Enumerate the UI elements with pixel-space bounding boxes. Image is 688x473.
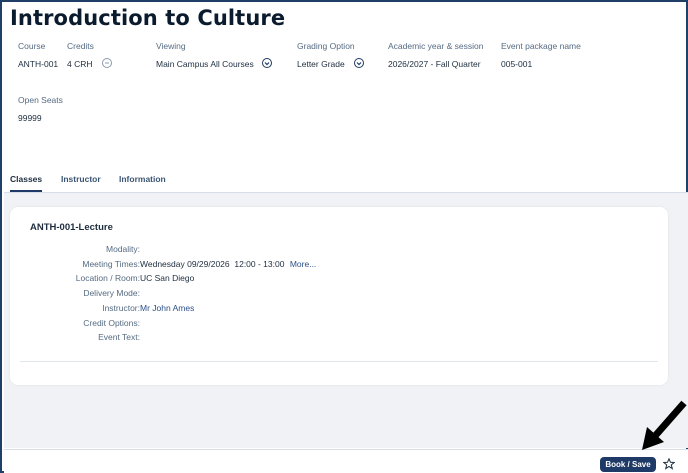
event-text-label: Event Text:: [98, 332, 140, 342]
location-value: UC San Diego: [140, 273, 195, 283]
class-card: ANTH-001-Lecture Modality: Meeting Times…: [10, 207, 668, 385]
tab-instructor[interactable]: Instructor: [61, 174, 101, 190]
tab-bar: Classes Instructor Information: [4, 168, 688, 193]
tab-content: ANTH-001-Lecture Modality: Meeting Times…: [4, 193, 688, 448]
more-link[interactable]: More...: [290, 259, 316, 269]
delivery-mode-label: Delivery Mode:: [83, 288, 140, 298]
session-label: Academic year & session: [388, 41, 484, 51]
footer-bar: Book / Save: [4, 449, 688, 473]
minus-circle-icon[interactable]: [102, 58, 112, 68]
divider: [20, 361, 658, 362]
meeting-times-label: Meeting Times:: [82, 259, 140, 269]
event-package-label: Event package name: [501, 41, 581, 51]
course-label: Course: [18, 41, 46, 51]
grading-value[interactable]: Letter Grade: [297, 59, 345, 69]
modality-label: Modality:: [105, 244, 140, 254]
meeting-times-row: Wednesday 09/29/2026 12:00 - 13:00 More.…: [140, 259, 316, 269]
tab-information[interactable]: Information: [119, 174, 166, 190]
credit-options-label: Credit Options:: [83, 318, 140, 328]
star-icon[interactable]: [663, 458, 675, 470]
open-seats-label: Open Seats: [18, 95, 63, 105]
tab-classes[interactable]: Classes: [10, 174, 43, 192]
instructor-label: Instructor:: [102, 303, 140, 313]
chevron-down-icon[interactable]: [262, 58, 272, 68]
credits-value: 4 CRH: [67, 59, 93, 69]
viewing-label: Viewing: [156, 41, 186, 51]
credits-label: Credits: [67, 41, 94, 51]
app-window: Introduction to Culture Course ANTH-001 …: [0, 0, 688, 473]
event-package-value: 005-001: [501, 59, 533, 69]
meeting-times-value: Wednesday 09/29/2026 12:00 - 13:00: [140, 259, 285, 269]
session-value: 2026/2027 - Fall Quarter: [388, 59, 481, 69]
location-label: Location / Room:: [75, 273, 140, 283]
open-seats-value: 99999: [18, 113, 42, 123]
chevron-down-icon[interactable]: [354, 58, 364, 68]
instructor-link[interactable]: Mr John Ames: [140, 303, 194, 313]
viewing-value[interactable]: Main Campus All Courses: [156, 59, 254, 69]
book-save-button[interactable]: Book / Save: [600, 457, 656, 472]
arrow-icon: [642, 400, 687, 450]
course-value: ANTH-001: [18, 59, 59, 69]
class-title: ANTH-001-Lecture: [30, 222, 113, 233]
page-title: Introduction to Culture: [10, 6, 286, 30]
grading-label: Grading Option: [297, 41, 355, 51]
